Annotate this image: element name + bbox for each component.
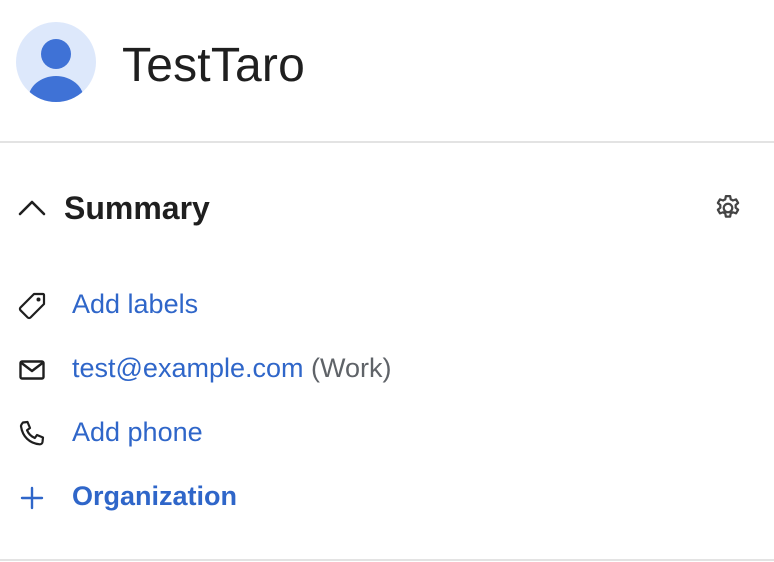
gear-icon: [713, 193, 743, 228]
summary-settings-button[interactable]: [704, 186, 752, 234]
contact-panel: TestTaro Summary Add labels test@example…: [0, 0, 774, 562]
add-phone-link[interactable]: Add phone: [72, 414, 203, 450]
add-labels-link[interactable]: Add labels: [72, 286, 198, 322]
mail-icon: [14, 352, 50, 388]
plus-icon: [14, 480, 50, 516]
section-divider: [0, 559, 774, 561]
collapse-summary-button[interactable]: [10, 188, 54, 232]
labels-row: Add labels: [0, 280, 774, 328]
chevron-up-icon: [16, 192, 48, 229]
add-organization-button[interactable]: Organization: [72, 478, 237, 514]
email-type-label: (Work): [311, 353, 392, 383]
organization-row[interactable]: Organization: [0, 472, 774, 520]
phone-row: Add phone: [0, 408, 774, 456]
email-entry: test@example.com (Work): [72, 350, 392, 386]
summary-title: Summary: [64, 190, 210, 226]
contact-name: TestTaro: [122, 39, 306, 92]
contact-header: TestTaro: [0, 0, 774, 143]
person-avatar-icon[interactable]: [16, 22, 96, 102]
email-link[interactable]: test@example.com: [72, 353, 304, 383]
summary-section-header: Summary: [0, 178, 774, 238]
label-tag-icon: [14, 288, 50, 324]
email-row: test@example.com (Work): [0, 344, 774, 392]
phone-icon: [14, 416, 50, 452]
